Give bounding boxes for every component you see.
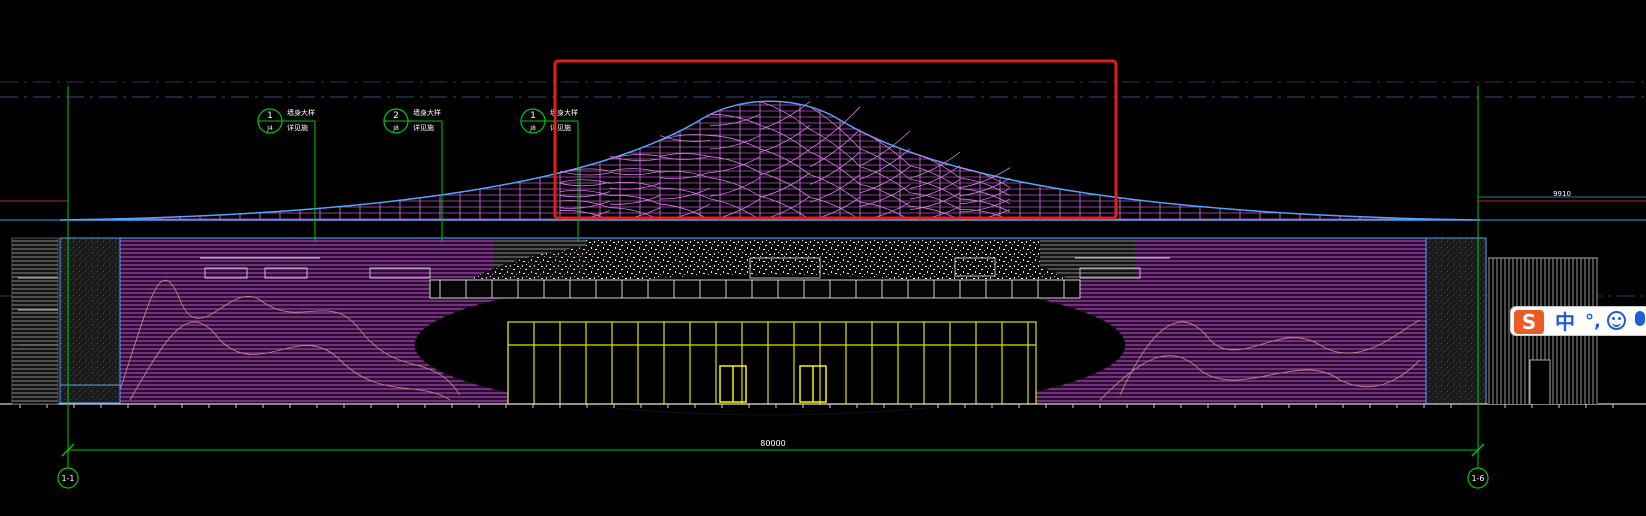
height-tag-label: 9910 — [1553, 190, 1571, 198]
microphone-icon[interactable] — [1635, 311, 1645, 326]
grid-axis-left: 1-1 — [57, 467, 79, 489]
callout-2-line2: 详见施 — [413, 123, 434, 132]
overall-dimension: 80000 — [61, 439, 1485, 457]
facade-body — [59, 237, 1487, 416]
height-dimension: 9910 — [1553, 190, 1571, 198]
callout-3-number: 1 — [530, 111, 536, 121]
ime-toolbar[interactable]: S 中 °, — [1510, 306, 1646, 336]
callout-1-line2: 详见施 — [287, 123, 308, 132]
callout-2-number: 2 — [393, 111, 399, 121]
ime-logo-icon[interactable]: S — [1514, 310, 1544, 334]
callout-3-sheet: J8 — [529, 125, 536, 132]
wall-section-callout-2[interactable]: 2 J8 墙身大样 详见施 — [383, 108, 443, 242]
ime-language-toggle[interactable]: 中 — [1555, 309, 1575, 335]
grid-axis-left-label: 1-1 — [61, 474, 74, 483]
callout-1-sheet: J4 — [266, 125, 273, 132]
callout-2-sheet: J8 — [392, 125, 399, 132]
callout-1-line1: 墙身大样 — [287, 108, 315, 117]
ime-punctuation-toggle[interactable]: °, — [1585, 309, 1601, 335]
callout-2-line1: 墙身大样 — [413, 108, 441, 117]
grid-axis-right-label: 1-6 — [1471, 474, 1484, 483]
grid-axis-right: 1-6 — [1467, 467, 1489, 489]
overall-width-label: 80000 — [760, 439, 785, 448]
cad-drawing-canvas[interactable]: 80000 9910 1-1 1-6 1 J4 墙身大样 详见施 2 J8 墙身… — [0, 0, 1646, 516]
emoji-icon[interactable] — [1607, 311, 1626, 330]
callout-3-line2: 详见施 — [550, 123, 571, 132]
callout-1-number: 1 — [267, 111, 273, 121]
wall-section-callout-1[interactable]: 1 J4 墙身大样 详见施 — [257, 108, 316, 242]
